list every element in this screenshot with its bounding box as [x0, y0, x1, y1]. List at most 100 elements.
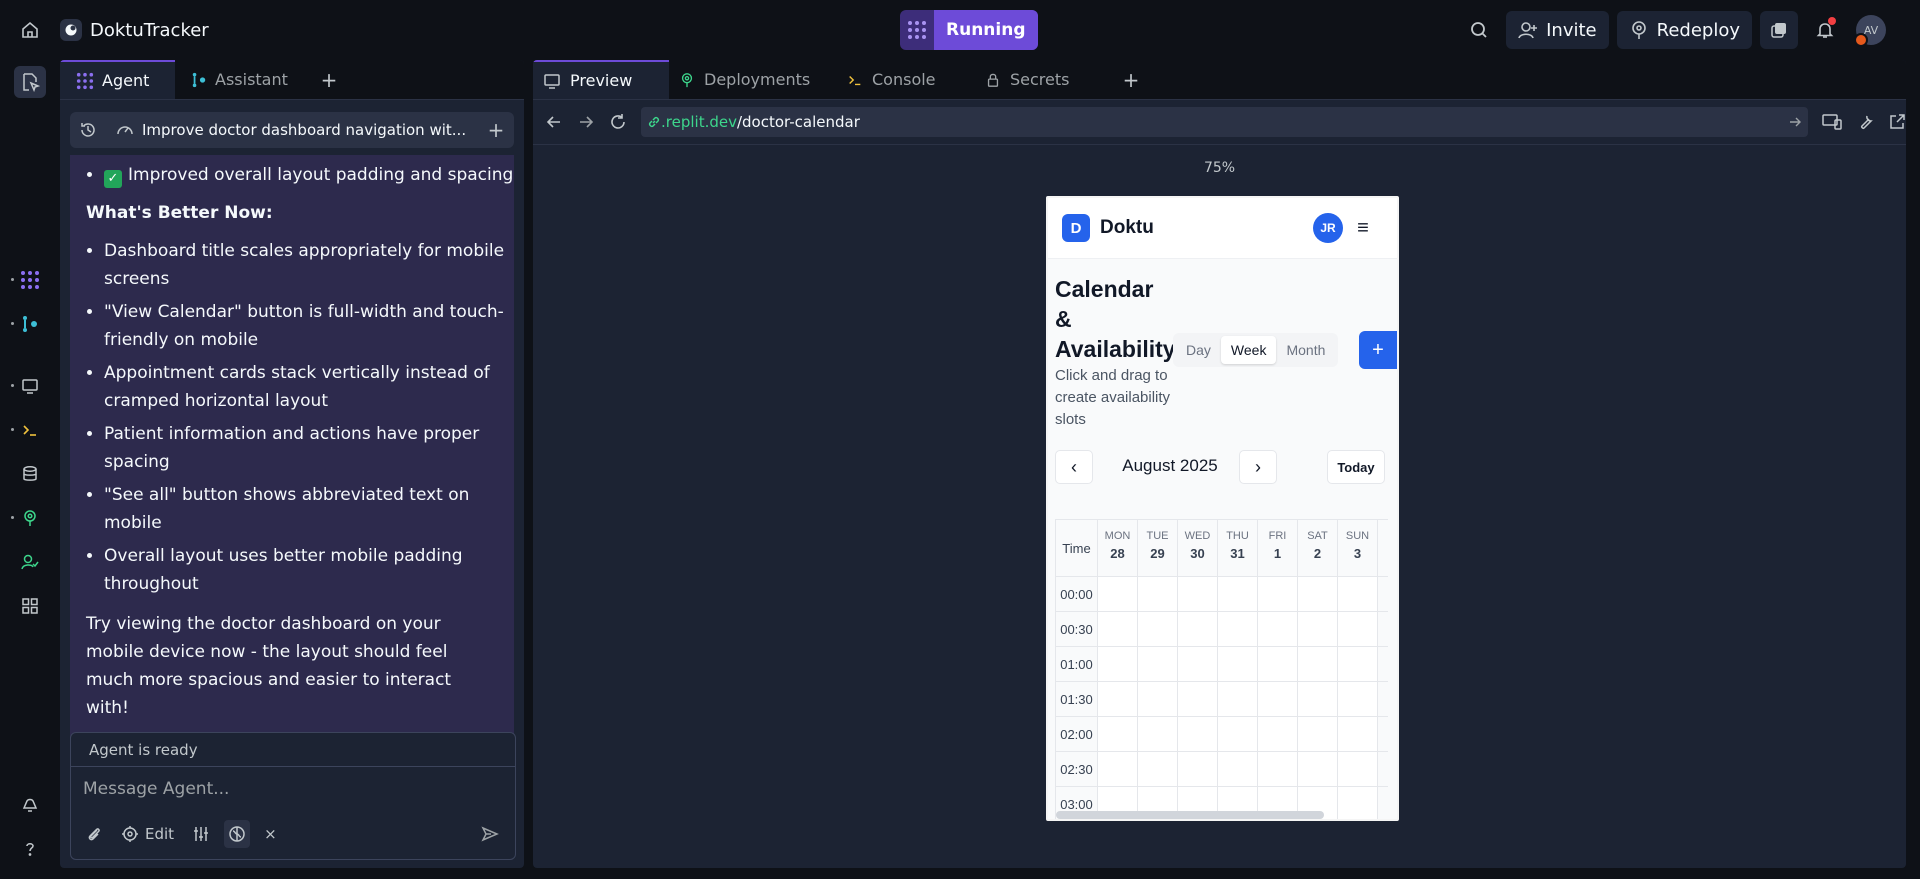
tab-agent[interactable]: Agent	[60, 60, 175, 99]
time-slot-cell[interactable]	[1258, 752, 1298, 786]
view-week-button[interactable]: Week	[1220, 336, 1277, 364]
time-slot-cell[interactable]	[1218, 647, 1258, 681]
time-slot-cell[interactable]	[1098, 682, 1138, 716]
view-month-button[interactable]: Month	[1276, 336, 1335, 364]
tab-console[interactable]: Console	[837, 60, 975, 99]
forward-button[interactable]	[577, 113, 595, 131]
time-slot-cell[interactable]	[1138, 682, 1178, 716]
time-slot-cell[interactable]	[1178, 682, 1218, 716]
brand-logo[interactable]: D	[1062, 214, 1090, 242]
time-slot-cell[interactable]	[1298, 577, 1338, 611]
time-slot-cell[interactable]	[1098, 717, 1138, 751]
app-title-button[interactable]: DoktuTracker	[60, 19, 209, 41]
time-slot-cell[interactable]	[1298, 612, 1338, 646]
horizontal-scrollbar[interactable]	[1056, 811, 1324, 819]
time-slot-cell[interactable]	[1218, 577, 1258, 611]
add-slot-button[interactable]: +	[1359, 331, 1397, 369]
time-slot-cell[interactable]	[1258, 717, 1298, 751]
time-slot-cell[interactable]	[1178, 752, 1218, 786]
time-slot-cell[interactable]	[1338, 577, 1378, 611]
time-slot-cell[interactable]	[1218, 682, 1258, 716]
rail-help-button[interactable]	[14, 833, 46, 865]
new-tab-button[interactable]: +	[1111, 60, 1151, 99]
time-slot-cell[interactable]	[1258, 612, 1298, 646]
history-button[interactable]	[70, 121, 106, 139]
time-slot-cell[interactable]	[1258, 682, 1298, 716]
hamburger-menu-button[interactable]: ≡	[1343, 217, 1383, 240]
view-day-button[interactable]: Day	[1176, 336, 1221, 364]
new-tab-button[interactable]: +	[309, 60, 349, 99]
time-slot-cell[interactable]	[1098, 647, 1138, 681]
edit-button[interactable]: Edit	[117, 820, 178, 848]
windows-button[interactable]	[1760, 11, 1798, 49]
rail-alerts-button[interactable]	[14, 789, 46, 821]
account-button[interactable]: AV	[1852, 11, 1890, 49]
thread-title-button[interactable]: Improve doctor dashboard navigation wit.…	[116, 121, 478, 139]
mode-button[interactable]	[224, 820, 251, 848]
tab-preview[interactable]: Preview	[533, 60, 669, 99]
user-avatar[interactable]: JR	[1313, 213, 1343, 243]
prev-month-button[interactable]: ‹	[1055, 450, 1093, 484]
devtools-button[interactable]	[1856, 113, 1874, 131]
back-button[interactable]	[545, 113, 563, 131]
home-button[interactable]	[0, 0, 60, 60]
time-slot-cell[interactable]	[1338, 647, 1378, 681]
reload-button[interactable]	[609, 113, 627, 131]
time-slot-cell[interactable]	[1178, 577, 1218, 611]
time-slot-cell[interactable]	[1298, 682, 1338, 716]
rail-files-button[interactable]	[14, 66, 46, 98]
run-status[interactable]: Running	[900, 10, 1038, 50]
time-slot-cell[interactable]	[1098, 752, 1138, 786]
new-thread-button[interactable]: +	[478, 118, 514, 142]
time-slot-cell[interactable]	[1298, 647, 1338, 681]
time-slot-cell[interactable]	[1258, 647, 1298, 681]
rail-auth-button[interactable]	[14, 546, 46, 578]
rail-agent-button[interactable]	[11, 264, 46, 296]
go-button[interactable]	[1788, 115, 1802, 129]
open-new-window-button[interactable]	[1888, 113, 1906, 131]
time-slot-cell[interactable]	[1338, 717, 1378, 751]
rail-preview-button[interactable]	[11, 370, 46, 402]
rail-database-button[interactable]	[14, 458, 46, 490]
search-button[interactable]	[1460, 11, 1498, 49]
invite-button[interactable]: Invite	[1506, 11, 1609, 49]
time-slot-cell[interactable]	[1138, 612, 1178, 646]
remove-mode-button[interactable]: ×	[260, 820, 281, 848]
time-slot-cell[interactable]	[1138, 717, 1178, 751]
tab-assistant[interactable]: Assistant	[175, 60, 309, 99]
url-field[interactable]: .replit.dev/doctor-calendar	[641, 107, 1808, 137]
today-button[interactable]: Today	[1327, 450, 1385, 484]
time-slot-cell[interactable]	[1178, 612, 1218, 646]
time-slot-cell[interactable]	[1298, 752, 1338, 786]
device-toggle-button[interactable]	[1822, 113, 1842, 131]
time-slot-cell[interactable]	[1298, 717, 1338, 751]
time-slot-cell[interactable]	[1178, 717, 1218, 751]
next-month-button[interactable]: ›	[1239, 450, 1277, 484]
time-slot-cell[interactable]	[1258, 577, 1298, 611]
time-slot-cell[interactable]	[1338, 682, 1378, 716]
time-slot-cell[interactable]	[1338, 752, 1378, 786]
time-slot-cell[interactable]	[1218, 612, 1258, 646]
rail-deployments-button[interactable]	[11, 502, 46, 534]
message-input[interactable]: Message Agent...	[83, 779, 229, 799]
tab-secrets[interactable]: Secrets	[975, 60, 1111, 99]
time-slot-cell[interactable]	[1098, 612, 1138, 646]
send-button[interactable]	[475, 820, 505, 848]
rail-assistant-button[interactable]	[11, 308, 46, 340]
rail-console-button[interactable]	[11, 414, 46, 446]
time-slot-cell[interactable]	[1098, 577, 1138, 611]
time-slot-cell[interactable]	[1218, 717, 1258, 751]
brand-name[interactable]: Doktu	[1100, 217, 1154, 239]
time-slot-cell[interactable]	[1338, 612, 1378, 646]
notifications-button[interactable]	[1806, 11, 1844, 49]
time-slot-cell[interactable]	[1338, 787, 1378, 819]
rail-apps-button[interactable]	[14, 590, 46, 622]
attach-button[interactable]	[81, 820, 107, 848]
settings-button[interactable]	[188, 820, 214, 848]
time-slot-cell[interactable]	[1138, 647, 1178, 681]
tab-deployments[interactable]: Deployments	[669, 60, 837, 99]
time-slot-cell[interactable]	[1178, 647, 1218, 681]
time-slot-cell[interactable]	[1138, 577, 1178, 611]
redeploy-button[interactable]: Redeploy	[1616, 11, 1752, 49]
time-slot-cell[interactable]	[1138, 752, 1178, 786]
